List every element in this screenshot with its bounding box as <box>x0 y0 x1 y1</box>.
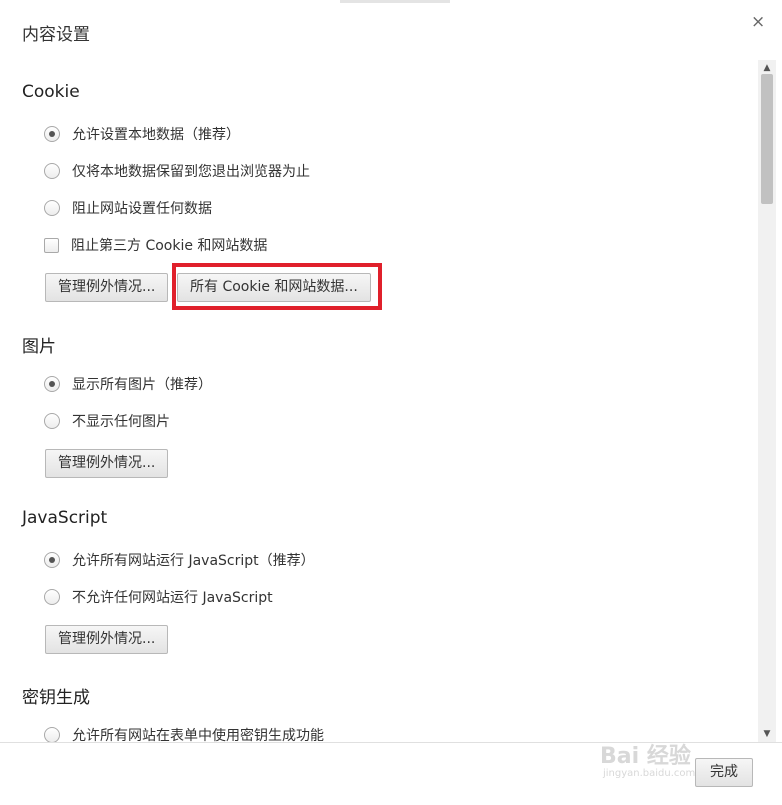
background-fragment <box>340 0 450 3</box>
keygen-heading: 密钥生成 <box>22 688 90 708</box>
block-third-party-label: 阻止第三方 Cookie 和网站数据 <box>71 238 268 254</box>
radio-allow-keygen[interactable] <box>44 727 60 742</box>
images-hide-all-label: 不显示任何图片 <box>72 414 170 430</box>
images-show-all-option[interactable]: 显示所有图片（推荐） <box>44 373 212 395</box>
javascript-allow-option[interactable]: 允许所有网站运行 JavaScript（推荐） <box>44 549 315 571</box>
radio-block-javascript[interactable] <box>44 589 60 605</box>
scrollbar-thumb[interactable] <box>761 74 773 204</box>
vertical-scrollbar[interactable]: ▲ ▼ <box>758 60 776 742</box>
cookie-allow-local-label: 允许设置本地数据（推荐） <box>72 127 240 143</box>
scroll-down-arrow-icon[interactable]: ▼ <box>758 726 776 742</box>
watermark-brand: Bai 经验 <box>600 744 691 769</box>
javascript-heading: JavaScript <box>22 508 108 528</box>
cookie-session-only-label: 仅将本地数据保留到您退出浏览器为止 <box>72 164 310 180</box>
dialog-title: 内容设置 <box>22 25 90 45</box>
radio-block-all[interactable] <box>44 200 60 216</box>
cookie-manage-exceptions-button[interactable]: 管理例外情况... <box>45 273 169 302</box>
javascript-block-label: 不允许任何网站运行 JavaScript <box>72 590 273 606</box>
javascript-block-option[interactable]: 不允许任何网站运行 JavaScript <box>44 586 273 608</box>
settings-content: Cookie 允许设置本地数据（推荐） 仅将本地数据保留到您退出浏览器为止 阻止… <box>0 60 758 742</box>
radio-show-images[interactable] <box>44 376 60 392</box>
keygen-allow-option[interactable]: 允许所有网站在表单中使用密钥生成功能 <box>44 724 324 742</box>
keygen-allow-label: 允许所有网站在表单中使用密钥生成功能 <box>72 728 324 742</box>
radio-allow-local[interactable] <box>44 126 60 142</box>
images-heading: 图片 <box>22 337 56 357</box>
highlight-box <box>172 263 382 310</box>
cookie-session-only-option[interactable]: 仅将本地数据保留到您退出浏览器为止 <box>44 160 310 182</box>
javascript-allow-label: 允许所有网站运行 JavaScript（推荐） <box>72 553 315 569</box>
done-button[interactable]: 完成 <box>695 758 753 787</box>
cookie-block-all-option[interactable]: 阻止网站设置任何数据 <box>44 197 212 219</box>
cookie-block-all-label: 阻止网站设置任何数据 <box>72 201 212 217</box>
cookie-heading: Cookie <box>22 82 80 102</box>
checkbox-block-third-party[interactable] <box>44 237 59 253</box>
images-show-all-label: 显示所有图片（推荐） <box>72 377 212 393</box>
radio-session-only[interactable] <box>44 163 60 179</box>
close-icon[interactable]: × <box>751 12 765 32</box>
images-manage-exceptions-button[interactable]: 管理例外情况... <box>45 449 169 478</box>
images-hide-all-option[interactable]: 不显示任何图片 <box>44 410 170 432</box>
cookie-allow-local-option[interactable]: 允许设置本地数据（推荐） <box>44 123 240 145</box>
content-settings-dialog: 内容设置 × Cookie 允许设置本地数据（推荐） 仅将本地数据保留到您退出浏… <box>0 0 782 805</box>
radio-hide-images[interactable] <box>44 413 60 429</box>
javascript-manage-exceptions-button[interactable]: 管理例外情况... <box>45 625 169 654</box>
radio-allow-javascript[interactable] <box>44 552 60 568</box>
watermark-url: jingyan.baidu.com <box>603 768 696 779</box>
block-third-party-option[interactable]: 阻止第三方 Cookie 和网站数据 <box>44 234 267 256</box>
